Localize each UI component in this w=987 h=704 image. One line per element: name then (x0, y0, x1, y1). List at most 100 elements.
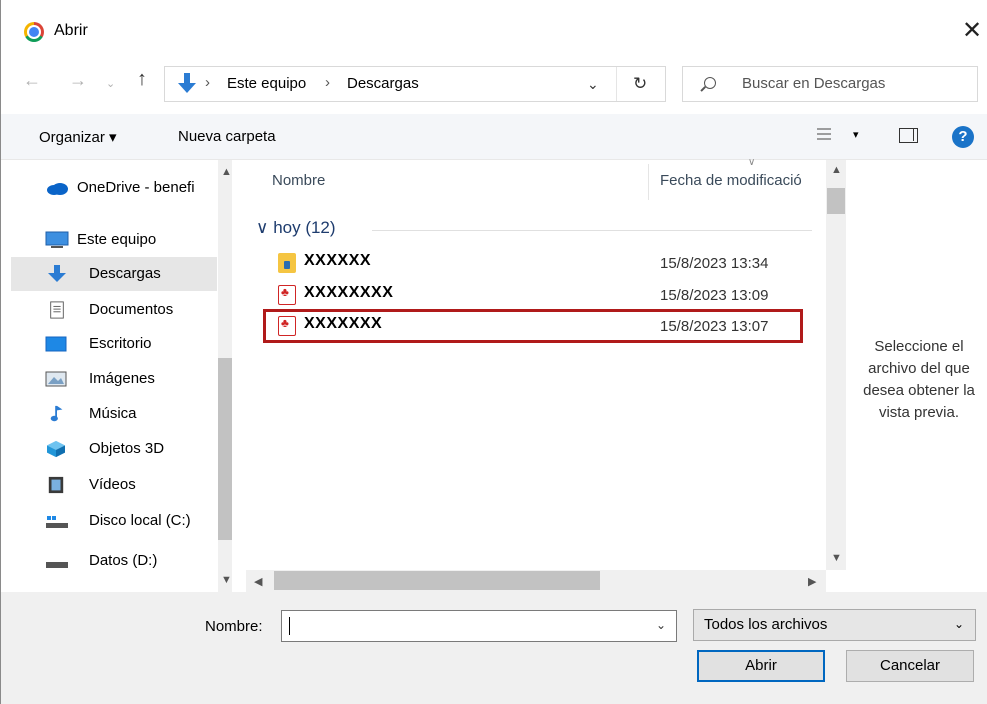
breadcrumb-separator: › (325, 74, 330, 91)
view-dropdown-icon[interactable]: ▾ (853, 128, 859, 141)
back-button[interactable]: ← (23, 70, 41, 91)
horizontal-scrollbar-thumb[interactable] (274, 571, 600, 590)
file-open-dialog: Abrir ✕ ← → ⌄ ↑ › Este equipo › Descarga… (0, 0, 987, 704)
open-button[interactable]: Abrir (697, 650, 825, 682)
sidebar-item-escritorio[interactable]: Escritorio (11, 327, 217, 361)
file-name: XXXXXXXX (304, 284, 394, 301)
sidebar-item-disco-local[interactable]: Disco local (C:) (11, 504, 217, 538)
chevron-down-icon[interactable]: ⌄ (656, 618, 666, 632)
sidebar-item-videos[interactable]: Vídeos (11, 468, 217, 502)
group-divider (372, 230, 812, 231)
dialog-title: Abrir (54, 22, 88, 39)
sidebar-item-label: Disco local (C:) (89, 512, 191, 529)
column-divider (648, 164, 649, 200)
sidebar-item-datos[interactable]: Datos (D:) (11, 544, 217, 578)
chrome-icon (24, 22, 44, 42)
address-row: ← → ⌄ ↑ › Este equipo › Descargas ⌄ ↻ Bu… (1, 56, 987, 114)
breadcrumb-separator: › (205, 74, 210, 91)
scroll-down-arrow[interactable]: ▼ (831, 552, 842, 564)
sidebar-item-label: Música (89, 405, 137, 422)
search-icon (704, 77, 716, 89)
address-dropdown-icon[interactable]: ⌄ (587, 76, 599, 93)
chevron-down-icon: ⌄ (954, 617, 965, 631)
file-row[interactable]: XXXXXX 15/8/2023 13:34 (260, 249, 808, 279)
scroll-down-arrow[interactable]: ▼ (221, 574, 232, 586)
cloud-icon (47, 183, 68, 195)
pdf-icon (278, 285, 296, 305)
view-options-icon[interactable] (817, 128, 831, 141)
file-type-select[interactable]: Todos los archivos ⌄ (693, 609, 976, 641)
breadcrumb-este-equipo[interactable]: Este equipo (227, 75, 306, 92)
address-bar[interactable]: › Este equipo › Descargas ⌄ ↻ (164, 66, 666, 102)
sort-indicator-icon: ∨ (748, 157, 756, 168)
sidebar-item-label: Documentos (89, 301, 174, 318)
new-folder-button[interactable]: Nueva carpeta (178, 128, 276, 145)
desktop-icon (45, 336, 67, 352)
secure-file-icon (278, 253, 296, 273)
sidebar-item-label: Descargas (89, 265, 161, 282)
up-folder-button[interactable]: ↑ (137, 68, 147, 91)
command-bar: Organizar ▾ Nueva carpeta ▾ ? (1, 114, 987, 160)
forward-button[interactable]: → (69, 70, 87, 91)
group-chevron-icon: ∨ (256, 218, 269, 237)
breadcrumb-descargas[interactable]: Descargas (347, 75, 419, 92)
file-name: XXXXXX (304, 252, 372, 269)
cube-icon (47, 440, 65, 458)
download-folder-icon (178, 73, 196, 93)
group-label: hoy (12) (273, 218, 336, 237)
file-list-vertical-scrollbar[interactable] (826, 160, 846, 570)
sidebar-item-label: Datos (D:) (89, 552, 158, 569)
drive-icon (46, 516, 68, 528)
divider (616, 67, 617, 101)
sidebar-item-musica[interactable]: Música (11, 397, 217, 431)
music-icon (50, 405, 63, 422)
text-caret (289, 617, 290, 635)
preview-message: Seleccione el archivo del que desea obte… (863, 338, 975, 421)
refresh-icon[interactable]: ↻ (633, 74, 647, 94)
close-button[interactable]: ✕ (957, 14, 987, 48)
sidebar-item-onedrive[interactable]: OneDrive - benefi (11, 171, 217, 205)
file-date: 15/8/2023 13:34 (660, 255, 769, 272)
download-icon (48, 265, 66, 282)
sidebar-item-objetos-3d[interactable]: Objetos 3D (11, 432, 217, 466)
scroll-up-arrow[interactable]: ▲ (831, 164, 842, 176)
scroll-up-arrow[interactable]: ▲ (221, 166, 232, 178)
sidebar-item-descargas[interactable]: Descargas (11, 257, 217, 291)
computer-icon (45, 231, 69, 248)
sidebar-scrollbar-thumb[interactable] (218, 358, 232, 540)
sidebar-item-label: Vídeos (89, 476, 136, 493)
organize-button[interactable]: Organizar ▾ (39, 128, 117, 146)
sidebar-item-este-equipo[interactable]: Este equipo (11, 223, 217, 257)
title-bar: Abrir ✕ (1, 0, 987, 56)
file-name-label: Nombre: (205, 618, 263, 635)
file-type-value: Todos los archivos (704, 616, 828, 633)
sidebar-item-label: Escritorio (89, 335, 152, 352)
drive-icon (46, 562, 68, 568)
navigation-pane: OneDrive - benefi Este equipo Descargas (1, 160, 232, 592)
group-header[interactable]: ∨ hoy (12) (256, 218, 336, 238)
preview-pane-icon[interactable] (899, 128, 918, 143)
file-name-input[interactable]: ⌄ (281, 610, 677, 642)
sidebar-item-imagenes[interactable]: Imágenes (11, 362, 217, 396)
document-icon (50, 301, 64, 319)
highlight-annotation (263, 309, 803, 343)
scroll-left-arrow[interactable]: ◀ (254, 575, 262, 588)
recent-locations-button[interactable]: ⌄ (106, 77, 115, 90)
search-input[interactable]: Buscar en Descargas (682, 66, 978, 102)
scroll-right-arrow[interactable]: ▶ (808, 575, 816, 588)
column-header-name[interactable]: Nombre (272, 172, 325, 189)
video-icon (48, 476, 64, 494)
vertical-scrollbar-thumb[interactable] (827, 188, 845, 214)
help-icon[interactable]: ? (952, 126, 974, 148)
image-icon (45, 371, 67, 387)
file-list: Nombre ∨ Fecha de modificació ∨ hoy (12)… (246, 157, 848, 592)
sidebar-item-label: Objetos 3D (89, 440, 165, 457)
sidebar-item-label: OneDrive - benefi (77, 179, 195, 196)
file-date: 15/8/2023 13:09 (660, 287, 769, 304)
cancel-button[interactable]: Cancelar (846, 650, 974, 682)
file-row[interactable]: XXXXXXXX 15/8/2023 13:09 (260, 281, 808, 311)
column-header-modified[interactable]: Fecha de modificació (660, 172, 802, 189)
sidebar-item-label: Este equipo (77, 231, 157, 248)
sidebar-item-documentos[interactable]: Documentos (11, 293, 217, 327)
sidebar-item-label: Imágenes (89, 370, 155, 387)
